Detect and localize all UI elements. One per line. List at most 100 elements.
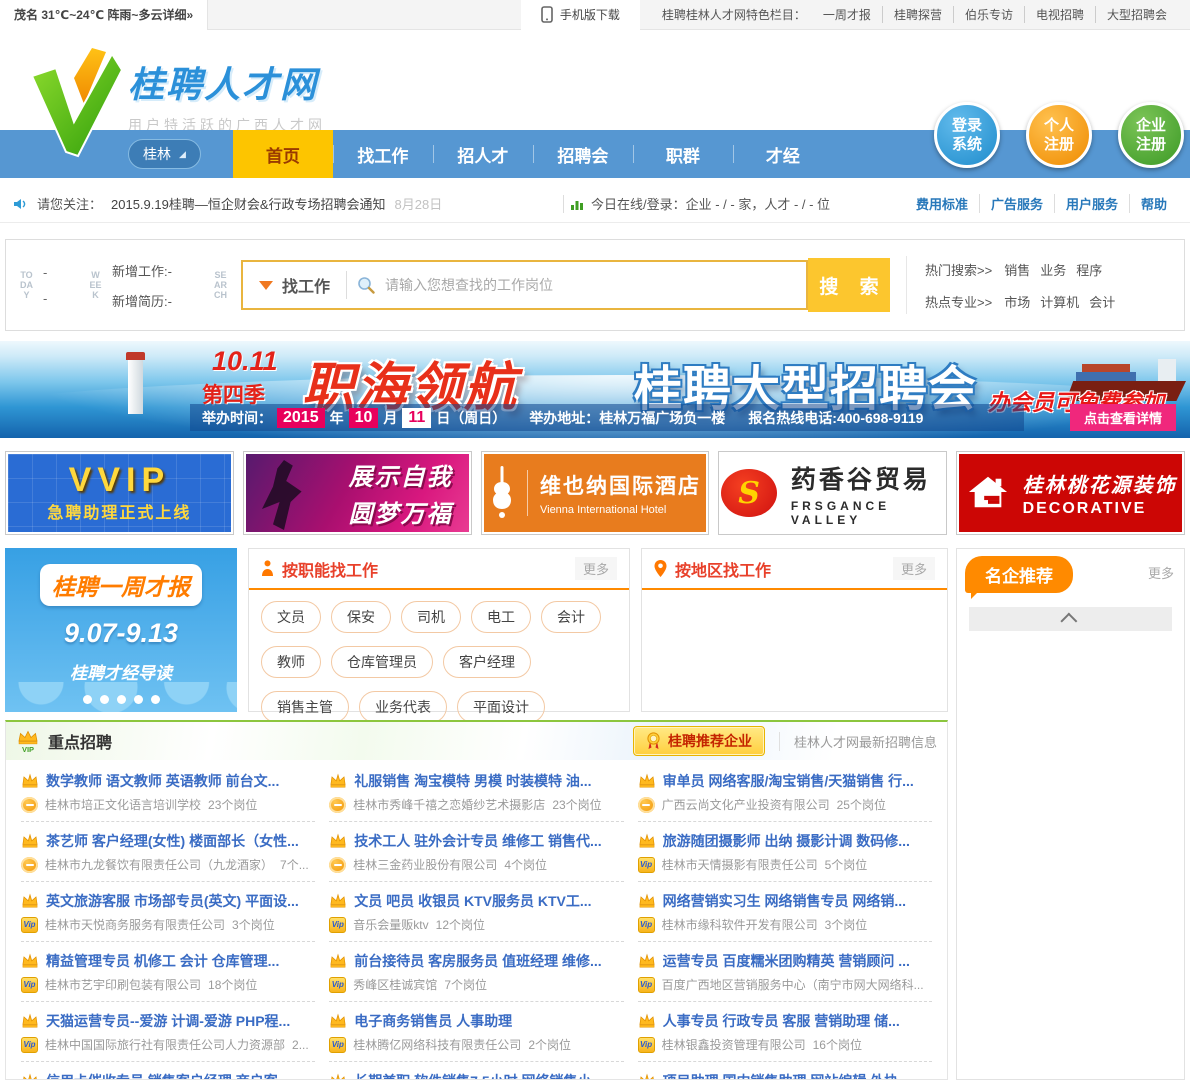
job-titles[interactable]: 英文旅游客服 市场部专员(英文) 平面设... <box>46 891 315 911</box>
carousel-dot[interactable] <box>150 695 160 704</box>
banner-detail-button[interactable]: 点击查看详情 <box>1069 404 1176 431</box>
job-titles[interactable]: 技术工人 驻外会计专员 维修工 销售代... <box>354 831 623 851</box>
feature-link[interactable]: 大型招聘会 <box>1094 6 1178 23</box>
job-item[interactable]: 运营专员 百度糯米团购精英 营销顾问 ... 百度广西地区营销服务中心（南宁市网… <box>637 942 932 1002</box>
job-tag[interactable]: 电工 <box>471 601 531 633</box>
more-link[interactable]: 更多 <box>1148 563 1174 582</box>
ad-wanfu[interactable]: 展示自我 圆梦万福 <box>242 451 472 535</box>
nav-item[interactable]: 职群 <box>632 130 733 178</box>
job-item[interactable]: 英文旅游客服 市场部专员(英文) 平面设... 桂林市天悦商务服务有限责任公司 … <box>21 882 316 942</box>
more-link[interactable]: 更多 <box>892 557 935 580</box>
feature-link[interactable]: 伯乐专访 <box>952 6 1024 23</box>
search-button[interactable]: 搜 索 <box>808 258 890 312</box>
login-system-button[interactable]: 登录 系统 <box>934 102 1000 168</box>
job-tag[interactable]: 仓库管理员 <box>331 646 433 678</box>
job-tag[interactable]: 保安 <box>331 601 391 633</box>
job-titles[interactable]: 礼服销售 淘宝模特 男模 时装模特 油... <box>354 771 623 791</box>
job-item[interactable]: 精益管理专员 机修工 会计 仓库管理... 桂林市艺宇印刷包装有限公司 18个岗… <box>21 942 316 1002</box>
hot-search-item[interactable]: 程序 <box>1076 260 1102 279</box>
divider <box>346 271 348 299</box>
job-titles[interactable]: 文员 吧员 收银员 KTV服务员 KTV工... <box>354 891 623 911</box>
mobile-download-button[interactable]: 手机版下载 <box>520 0 640 30</box>
job-titles[interactable]: 审单员 网络客服/淘宝销售/天猫销售 行... <box>663 771 932 791</box>
job-tag[interactable]: 平面设计 <box>457 691 545 723</box>
job-item[interactable]: 信用卡催收专员 销售客户经理 商户客... 交通银行股份有限公司桂林分行 5个岗… <box>21 1062 315 1079</box>
weather-text[interactable]: 茂名 31℃~24℃ 阵雨~多云详细» <box>0 0 209 30</box>
ad-vvip[interactable]: VVIP 急聘助理正式上线 <box>5 451 234 535</box>
job-tag[interactable]: 文员 <box>261 601 321 633</box>
personal-register-button[interactable]: 个人 注册 <box>1026 102 1092 168</box>
nav-item[interactable]: 招人才 <box>432 130 533 178</box>
hot-major-item[interactable]: 计算机 <box>1040 292 1079 311</box>
job-titles[interactable]: 网络营销实习生 网络销售专员 网络销... <box>663 891 932 911</box>
weekly-report-card[interactable]: 桂聘一周才报 9.07-9.13 桂聘才经导读 <box>5 548 237 712</box>
job-item[interactable]: 数学教师 语文教师 英语教师 前台文... 桂林市培正文化语言培训学校 23个岗… <box>21 762 316 822</box>
job-titles[interactable]: 电子商务销售员 人事助理 <box>354 1011 623 1031</box>
ad-decorative[interactable]: 桂林桃花源装饰 DECORATIVE <box>956 451 1185 535</box>
job-titles[interactable]: 人事专员 行政专员 客服 营销助理 储... <box>663 1011 932 1031</box>
nav-item[interactable]: 才经 <box>732 130 833 178</box>
carousel-dot[interactable] <box>116 695 126 704</box>
job-tag[interactable]: 销售主管 <box>261 691 349 723</box>
job-item[interactable]: 人事专员 行政专员 客服 营销助理 储... 桂林银鑫投资管理有限公司 16个岗… <box>637 1002 932 1062</box>
service-link[interactable]: 广告服务 <box>978 194 1054 213</box>
job-item[interactable]: 技术工人 驻外会计专员 维修工 销售代... 桂林三金药业股份有限公司 4个岗位 <box>329 822 624 882</box>
company-register-button[interactable]: 企业 注册 <box>1118 102 1184 168</box>
ad-vienna[interactable]: 维也纳国际酒店 Vienna International Hotel <box>480 451 710 535</box>
job-item[interactable]: 电子商务销售员 人事助理 桂林腾亿网络科技有限责任公司 2个岗位 <box>329 1002 624 1062</box>
site-logo[interactable] <box>26 44 126 167</box>
job-tag[interactable]: 客户经理 <box>443 646 531 678</box>
nav-item[interactable]: 首页 <box>232 130 333 178</box>
job-tag[interactable]: 司机 <box>401 601 461 633</box>
job-titles[interactable]: 运营专员 百度糯米团购精英 营销顾问 ... <box>663 951 932 971</box>
job-tag[interactable]: 业务代表 <box>359 691 447 723</box>
service-link[interactable]: 费用标准 <box>905 194 979 213</box>
service-link[interactable]: 用户服务 <box>1053 194 1129 213</box>
recommend-enterprises-button[interactable]: 桂聘推荐企业 <box>632 726 765 756</box>
job-item[interactable]: 文员 吧员 收银员 KTV服务员 KTV工... 音乐会量贩ktv 12个岗位 <box>329 882 624 942</box>
notice-link-text[interactable]: 2015.9.19桂聘—恒企财会&行政专场招聘会通知 <box>111 194 386 213</box>
job-titles[interactable]: 旅游随团摄影师 出纳 摄影计调 数码修... <box>663 831 932 851</box>
carousel-dot[interactable] <box>133 695 143 704</box>
job-item[interactable]: 网络营销实习生 网络销售专员 网络销... 桂林市缘科软件开发有限公司 3个岗位 <box>637 882 932 942</box>
more-link[interactable]: 更多 <box>574 557 617 580</box>
event-banner[interactable]: 10.11 第四季 职海领航 桂聘大型招聘会 办会员可免费参加 举办时间： 20… <box>0 341 1190 438</box>
carousel-dot[interactable] <box>82 695 92 704</box>
job-titles[interactable]: 项目助理 国内销售助理 网站编辑 外协... <box>663 1071 932 1079</box>
job-titles[interactable]: 茶艺师 客户经理(女性) 楼面部长（女性... <box>46 831 315 851</box>
hot-major-item[interactable]: 市场 <box>1004 292 1030 311</box>
hot-major-item[interactable]: 会计 <box>1089 292 1115 311</box>
job-item[interactable]: 礼服销售 淘宝模特 男模 时装模特 油... 桂林市秀峰千禧之恋婚纱艺术摄影店 … <box>329 762 624 822</box>
feature-link[interactable]: 一周才报 <box>812 6 882 23</box>
nav-item[interactable]: 找工作 <box>332 130 433 178</box>
service-link[interactable]: 帮助 <box>1128 194 1178 213</box>
job-titles[interactable]: 天猫运营专员--爱游 计调-爱游 PHP程... <box>46 1011 315 1031</box>
search-input[interactable] <box>375 277 806 293</box>
job-titles[interactable]: 长期兼职 软件销售7.5小时 网络销售小... <box>354 1071 623 1079</box>
job-item[interactable]: 天猫运营专员--爱游 计调-爱游 PHP程... 桂林中国国际旅行社有限责任公司… <box>21 1002 316 1062</box>
job-category-dropdown[interactable]: 找工作 <box>243 273 346 297</box>
nav-item[interactable]: 招聘会 <box>532 130 633 178</box>
feature-link[interactable]: 电视招聘 <box>1023 6 1095 23</box>
job-item[interactable]: 前台接待员 客房服务员 值班经理 维修... 秀峰区桂诚宾馆 7个岗位 <box>329 942 624 1002</box>
ad-title: 展示自我 <box>348 464 453 491</box>
carousel-dot[interactable] <box>99 695 109 704</box>
job-item[interactable]: 项目助理 国内销售助理 网站编辑 外协... 桂林市光隆光电科技有限公司 12个… <box>638 1062 932 1079</box>
job-item[interactable]: 旅游随团摄影师 出纳 摄影计调 数码修... 桂林市天情摄影有限责任公司 5个岗… <box>637 822 932 882</box>
ad-fragrance[interactable]: S 药香谷贸易 FRSGANCE VALLEY <box>718 451 948 535</box>
job-item[interactable]: 长期兼职 软件销售7.5小时 网络销售小... 桂林巨尚网络科技有限公司 7个岗… <box>329 1062 623 1079</box>
hot-search-item[interactable]: 业务 <box>1040 260 1066 279</box>
feature-link[interactable]: 桂聘探营 <box>881 6 953 23</box>
job-item[interactable]: 审单员 网络客服/淘宝销售/天猫销售 行... 广西云尚文化产业投资有限公司 2… <box>637 762 932 822</box>
hot-search-item[interactable]: 销售 <box>1004 260 1030 279</box>
job-titles[interactable]: 信用卡催收专员 销售客户经理 商户客... <box>46 1071 315 1079</box>
job-item[interactable]: 茶艺师 客户经理(女性) 楼面部长（女性... 桂林市九龙餐饮有限责任公司（九龙… <box>21 822 316 882</box>
job-titles[interactable]: 数学教师 语文教师 英语教师 前台文... <box>46 771 315 791</box>
famous-ribbon[interactable]: 名企推荐 <box>965 556 1073 599</box>
job-tag[interactable]: 教师 <box>261 646 321 678</box>
carousel-up-bar[interactable] <box>969 607 1172 631</box>
city-selector[interactable]: 桂林 ◢ <box>128 139 201 169</box>
job-titles[interactable]: 前台接待员 客房服务员 值班经理 维修... <box>354 951 623 971</box>
job-titles[interactable]: 精益管理专员 机修工 会计 仓库管理... <box>46 951 315 971</box>
job-tag[interactable]: 会计 <box>541 601 601 633</box>
